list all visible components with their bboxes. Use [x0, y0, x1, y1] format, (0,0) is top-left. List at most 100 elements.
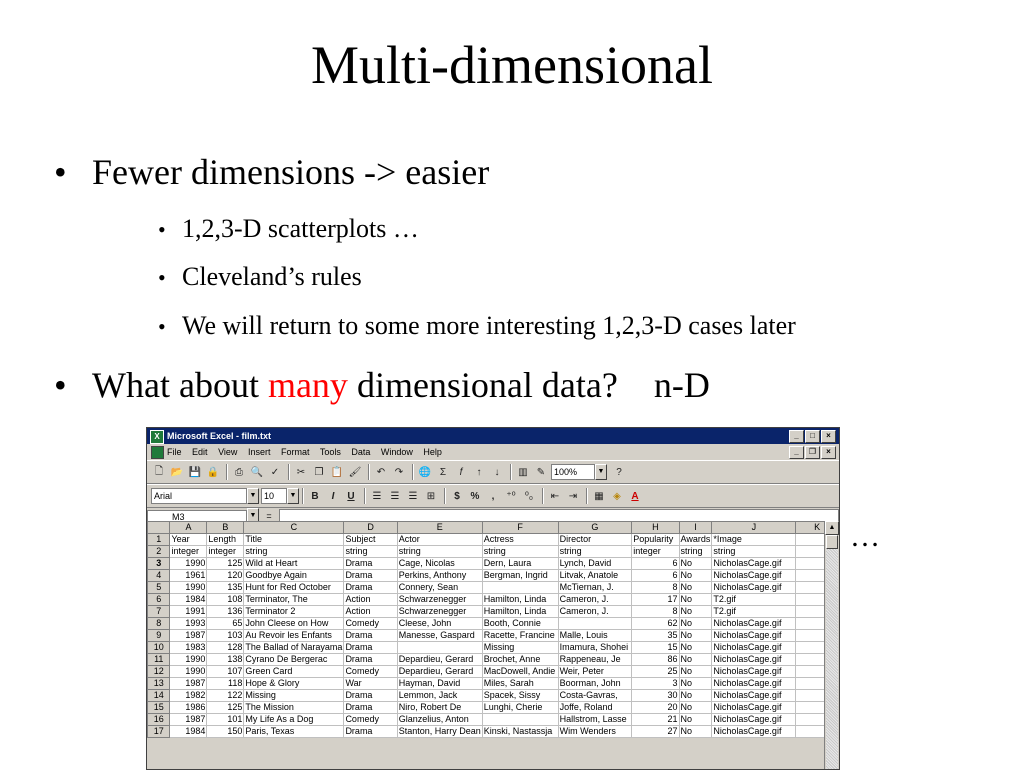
- cell[interactable]: Drama: [343, 653, 398, 666]
- row-header[interactable]: 8: [147, 617, 171, 630]
- cell[interactable]: Cameron, J.: [557, 605, 633, 618]
- menu-window[interactable]: Window: [381, 447, 413, 457]
- cell[interactable]: Title: [243, 533, 345, 546]
- vertical-scrollbar[interactable]: ▲: [824, 521, 839, 769]
- hyperlink-icon[interactable]: 🌐: [417, 464, 433, 480]
- cell[interactable]: NicholasCage.gif: [711, 701, 797, 714]
- cell[interactable]: Hallstrom, Lasse: [557, 713, 633, 726]
- cell[interactable]: Drama: [343, 557, 398, 570]
- cell[interactable]: Drama: [343, 641, 398, 654]
- align-right-icon[interactable]: ☰: [405, 488, 421, 504]
- cell[interactable]: Brochet, Anne: [481, 653, 559, 666]
- cell[interactable]: Goodbye Again: [243, 569, 345, 582]
- cell[interactable]: 3: [631, 677, 680, 690]
- increase-indent-icon[interactable]: ⇥: [565, 488, 581, 504]
- menu-insert[interactable]: Insert: [248, 447, 271, 457]
- cell[interactable]: Joffe, Roland: [557, 701, 633, 714]
- borders-icon[interactable]: ▦: [591, 488, 607, 504]
- cell[interactable]: T2.gif: [711, 605, 797, 618]
- cell[interactable]: The Mission: [243, 701, 345, 714]
- cell[interactable]: *Image: [711, 533, 797, 546]
- cell[interactable]: Stanton, Harry Dean: [396, 725, 483, 738]
- row-header[interactable]: 17: [147, 725, 171, 738]
- sort-descending-icon[interactable]: ↓: [489, 464, 505, 480]
- cell[interactable]: 125: [206, 701, 245, 714]
- cell[interactable]: Missing: [243, 689, 345, 702]
- cell[interactable]: NicholasCage.gif: [711, 665, 797, 678]
- fill-color-icon[interactable]: ◈: [609, 488, 625, 504]
- cell[interactable]: Schwarzenegger: [396, 593, 483, 606]
- row-header[interactable]: 11: [147, 653, 171, 666]
- row-header[interactable]: 13: [147, 677, 171, 690]
- cell[interactable]: Cleese, John: [396, 617, 483, 630]
- cell[interactable]: NicholasCage.gif: [711, 677, 797, 690]
- merge-center-icon[interactable]: ⊞: [423, 488, 439, 504]
- open-icon[interactable]: 📂: [169, 464, 185, 480]
- scroll-thumb[interactable]: [826, 535, 838, 549]
- cell[interactable]: Hayman, David: [396, 677, 483, 690]
- row-header[interactable]: 1: [147, 533, 171, 546]
- column-header[interactable]: B: [206, 521, 245, 534]
- cell[interactable]: integer: [631, 545, 680, 558]
- font-dropdown-button[interactable]: ▼: [247, 488, 259, 504]
- cell[interactable]: Comedy: [343, 617, 398, 630]
- doc-restore-button[interactable]: ❐: [805, 446, 820, 459]
- column-header[interactable]: E: [396, 521, 483, 534]
- cell[interactable]: McTiernan, J.: [557, 581, 633, 594]
- cell[interactable]: 1987: [169, 629, 208, 642]
- cell[interactable]: Cameron, J.: [557, 593, 633, 606]
- cell[interactable]: Lemmon, Jack: [396, 689, 483, 702]
- cell[interactable]: 15: [631, 641, 680, 654]
- cell[interactable]: integer: [206, 545, 245, 558]
- cell[interactable]: 8: [631, 605, 680, 618]
- cell[interactable]: T2.gif: [711, 593, 797, 606]
- column-header[interactable]: C: [243, 521, 345, 534]
- align-center-icon[interactable]: ☰: [387, 488, 403, 504]
- cell[interactable]: 17: [631, 593, 680, 606]
- currency-button[interactable]: $: [449, 488, 465, 504]
- cell[interactable]: NicholasCage.gif: [711, 617, 797, 630]
- row-header[interactable]: 7: [147, 605, 171, 618]
- cell[interactable]: 108: [206, 593, 245, 606]
- cell[interactable]: 125: [206, 557, 245, 570]
- cell[interactable]: Cyrano De Bergerac: [243, 653, 345, 666]
- cell[interactable]: 1987: [169, 713, 208, 726]
- cell[interactable]: 1990: [169, 581, 208, 594]
- doc-minimize-button[interactable]: _: [789, 446, 804, 459]
- row-header[interactable]: 15: [147, 701, 171, 714]
- column-header[interactable]: F: [481, 521, 559, 534]
- cell[interactable]: Length: [206, 533, 245, 546]
- cell[interactable]: Comedy: [343, 713, 398, 726]
- paste-icon[interactable]: 📋: [329, 464, 345, 480]
- select-all-corner[interactable]: [147, 521, 171, 534]
- font-size-field[interactable]: 10: [261, 488, 287, 504]
- cell[interactable]: No: [678, 641, 713, 654]
- cell[interactable]: Action: [343, 605, 398, 618]
- menu-help[interactable]: Help: [423, 447, 442, 457]
- cell[interactable]: Missing: [481, 641, 559, 654]
- cell[interactable]: No: [678, 569, 713, 582]
- cell[interactable]: 86: [631, 653, 680, 666]
- new-icon[interactable]: 🗋: [151, 464, 167, 480]
- cell[interactable]: Weir, Peter: [557, 665, 633, 678]
- document-icon[interactable]: [151, 446, 164, 459]
- save-icon[interactable]: 💾: [187, 464, 203, 480]
- row-header[interactable]: 9: [147, 629, 171, 642]
- cell[interactable]: John Cleese on How: [243, 617, 345, 630]
- cell[interactable]: NicholasCage.gif: [711, 713, 797, 726]
- cell[interactable]: string: [396, 545, 483, 558]
- sort-ascending-icon[interactable]: ↑: [471, 464, 487, 480]
- cell[interactable]: 122: [206, 689, 245, 702]
- drawing-icon[interactable]: ✎: [533, 464, 549, 480]
- row-header[interactable]: 3: [147, 557, 171, 570]
- cell[interactable]: Boorman, John: [557, 677, 633, 690]
- cell[interactable]: Terminator, The: [243, 593, 345, 606]
- cell[interactable]: Wild at Heart: [243, 557, 345, 570]
- cell[interactable]: string: [557, 545, 633, 558]
- cell[interactable]: Depardieu, Gerard: [396, 665, 483, 678]
- cell[interactable]: NicholasCage.gif: [711, 725, 797, 738]
- format-painter-icon[interactable]: 🖌: [347, 464, 363, 480]
- cell[interactable]: 1991: [169, 605, 208, 618]
- cell[interactable]: Lynch, David: [557, 557, 633, 570]
- column-header[interactable]: A: [169, 521, 208, 534]
